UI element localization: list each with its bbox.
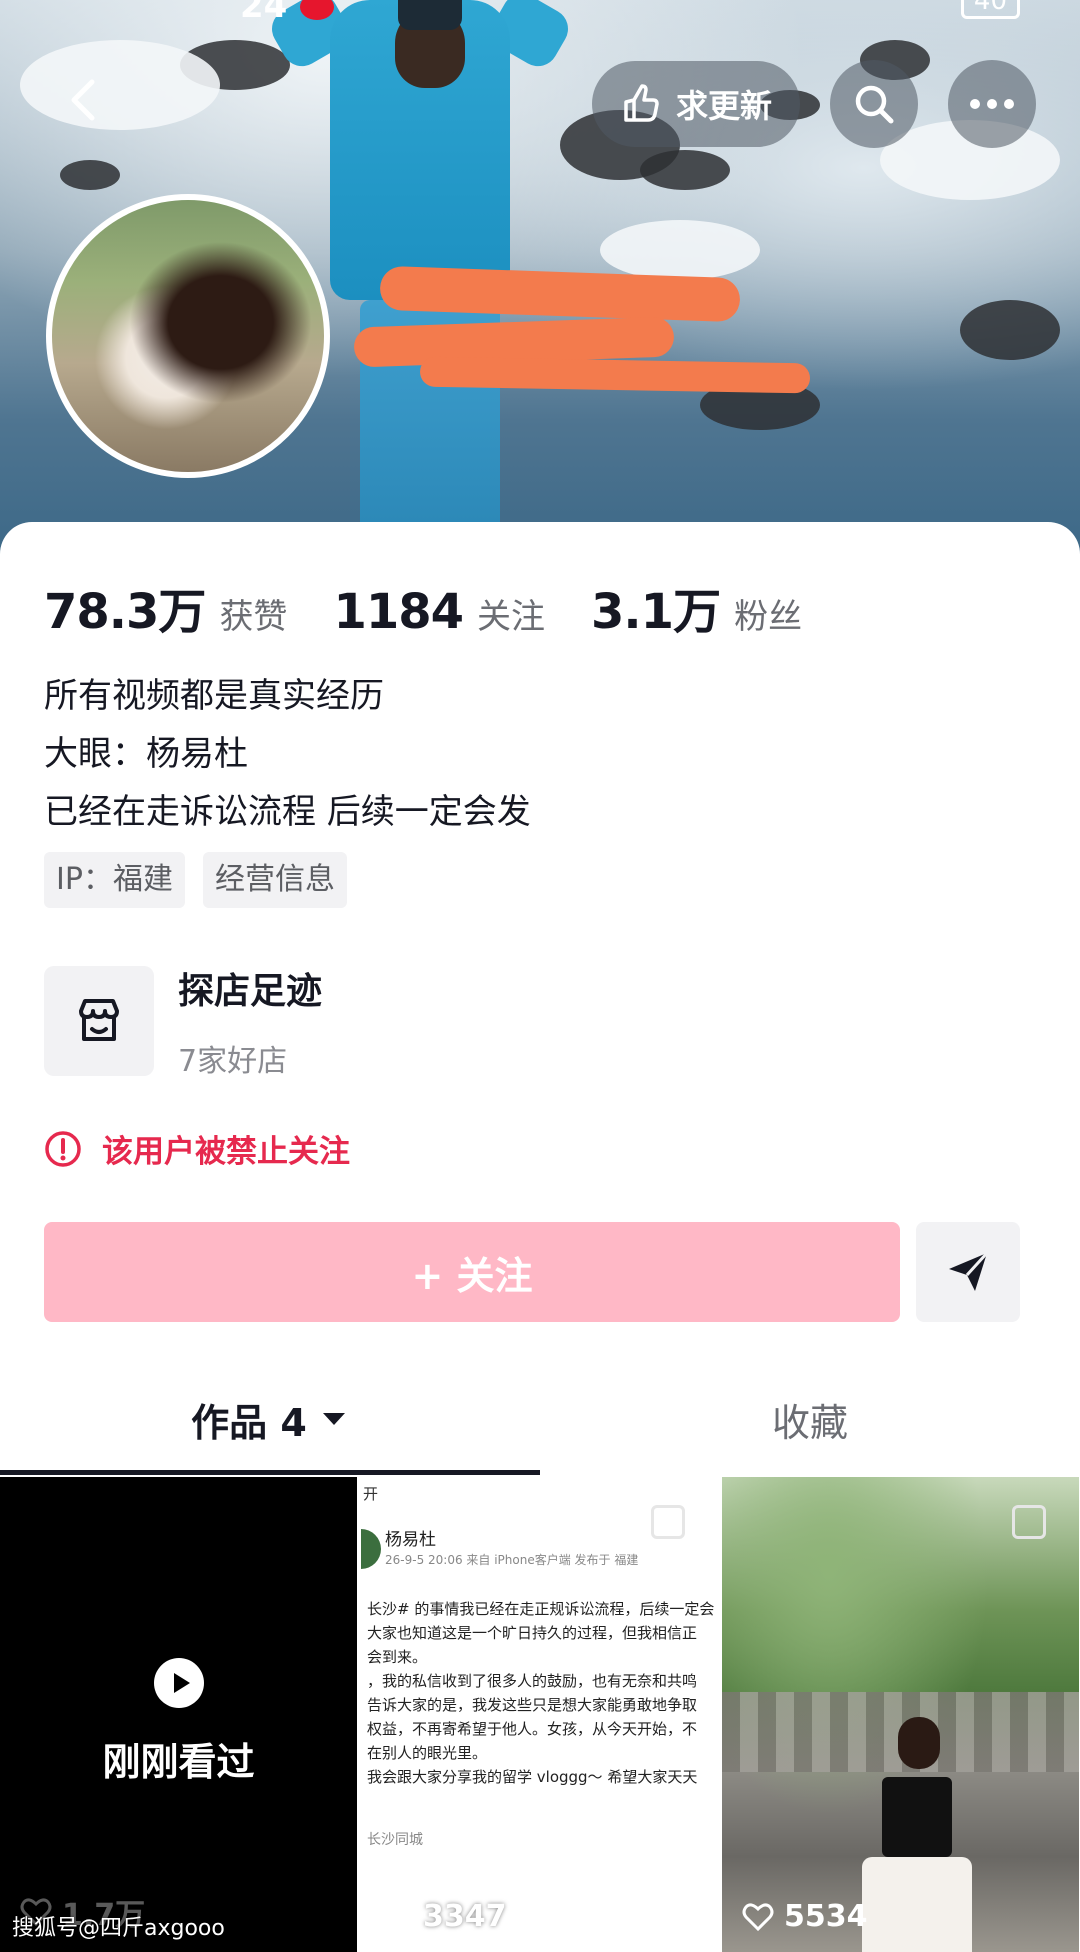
- like-count: 3347: [381, 1899, 507, 1934]
- more-dots-icon: [970, 99, 1014, 109]
- chevron-left-icon: [71, 79, 95, 121]
- stat-number: 3.1万: [591, 584, 721, 640]
- watermark: 搜狐号@四斤axgooo: [12, 1916, 225, 1941]
- tab-works-label: 作品 4: [191, 1400, 307, 1445]
- search-button[interactable]: [830, 60, 918, 148]
- profile-stats: 78.3万 获赞 1184 关注 3.1万 粉丝: [44, 572, 848, 642]
- stat-number: 1184: [333, 584, 464, 640]
- content-tabs: 作品 4 收藏: [0, 1364, 1080, 1474]
- heart-icon: [381, 1902, 413, 1931]
- avatar[interactable]: [46, 194, 330, 478]
- play-circle-icon: [153, 1658, 204, 1708]
- stat-label: 粉丝: [734, 597, 803, 637]
- follow-button[interactable]: + 关注: [44, 1222, 900, 1322]
- hand-point-icon: [624, 84, 659, 122]
- post-header-fragment: 开: [363, 1485, 379, 1503]
- profile-tags: IP：福建 经营信息: [44, 852, 347, 908]
- like-count-text: 5534: [784, 1899, 868, 1934]
- follow-button-label: + 关注: [411, 1253, 533, 1298]
- storefront-icon: [79, 999, 119, 1041]
- stat-number: 78.3万: [44, 584, 206, 640]
- stat-followers[interactable]: 3.1万 粉丝: [591, 572, 802, 642]
- search-icon: [855, 85, 894, 124]
- stat-label: 获赞: [219, 597, 288, 637]
- bio-line: 大眼：杨易杜: [44, 734, 248, 774]
- profile-banner: 24 40 求更新: [0, 0, 1080, 560]
- active-tab-indicator: [0, 1470, 540, 1475]
- tab-works[interactable]: 作品 4: [0, 1364, 540, 1474]
- battery-indicator: 40: [960, 0, 1020, 19]
- stat-likes[interactable]: 78.3万 获赞: [44, 572, 287, 642]
- post-meta: 26-9-5 20:06 来自 iPhone客户端 发布于 福建: [385, 1553, 639, 1567]
- send-message-button[interactable]: [916, 1222, 1020, 1322]
- ip-location-tag: IP：福建: [44, 852, 185, 908]
- store-visits-entry[interactable]: 探店足迹 7家好店: [44, 962, 322, 1080]
- video-thumbnail[interactable]: 5534: [722, 1477, 1079, 1952]
- request-update-label: 求更新: [675, 87, 772, 125]
- profile-page: 24 40 求更新 78.3万 获赞 1184 关注 3.1万 粉丝 所有视频都…: [0, 0, 1080, 1952]
- back-button[interactable]: [62, 78, 106, 122]
- stat-following[interactable]: 1184 关注: [333, 584, 545, 640]
- profile-info-card: 78.3万 获赞 1184 关注 3.1万 粉丝 所有视频都是真实经历 大眼：杨…: [0, 522, 1080, 1477]
- video-thumbnail[interactable]: 刚刚看过 1.7万 搜狐号@四斤axgooo: [0, 1477, 357, 1952]
- select-checkbox[interactable]: [651, 1505, 685, 1539]
- tab-favorites[interactable]: 收藏: [540, 1364, 1080, 1474]
- follow-banned-notice: 该用户被禁止关注: [44, 1126, 350, 1171]
- follow-banned-text: 该用户被禁止关注: [102, 1134, 350, 1170]
- bio-line: 已经在走诉讼流程 后续一定会发: [44, 792, 531, 832]
- heart-icon: [742, 1902, 774, 1931]
- post-avatar-fragment: [361, 1529, 381, 1569]
- caret-down-icon: [322, 1413, 345, 1425]
- post-location: 长沙同城: [367, 1832, 423, 1848]
- header-actions: 求更新: [591, 60, 1036, 148]
- select-checkbox[interactable]: [1012, 1505, 1046, 1539]
- tab-favorites-label: 收藏: [771, 1400, 848, 1445]
- business-info-tag[interactable]: 经营信息: [202, 852, 347, 908]
- more-button[interactable]: [948, 60, 1036, 148]
- post-author: 杨易杜: [385, 1530, 436, 1550]
- recently-watched-overlay: 刚刚看过: [0, 1657, 357, 1786]
- post-body: 长沙# 的事情我已经在走正规诉讼流程，后续一定会 大家也知道这是一个旷日持久的过…: [367, 1600, 715, 1786]
- request-update-button[interactable]: 求更新: [591, 61, 800, 147]
- status-time: 24: [240, 0, 288, 26]
- video-thumbnail[interactable]: 开 杨易杜 26-9-5 20:06 来自 iPhone客户端 发布于 福建 长…: [361, 1477, 718, 1952]
- like-count: 5534: [742, 1899, 868, 1934]
- status-bar: 24 40: [0, 0, 1080, 26]
- store-icon-box: [44, 966, 154, 1076]
- stat-label: 关注: [477, 597, 546, 637]
- bio: 所有视频都是真实经历 大眼：杨易杜 已经在走诉讼流程 后续一定会发: [44, 667, 531, 841]
- store-visits-count: 7家好店: [178, 1044, 288, 1079]
- send-arrow-icon: [949, 1251, 989, 1291]
- like-count-text: 3347: [423, 1899, 507, 1934]
- alert-circle-icon: [45, 1130, 81, 1167]
- recently-watched-label: 刚刚看过: [102, 1740, 255, 1784]
- store-visits-title: 探店足迹: [178, 971, 323, 1012]
- weibo-notification-icon: [300, 0, 334, 20]
- bio-line: 所有视频都是真实经历: [44, 676, 384, 716]
- video-grid: 刚刚看过 1.7万 搜狐号@四斤axgooo 开 杨易杜 26-9-5 20:0…: [0, 1477, 1080, 1952]
